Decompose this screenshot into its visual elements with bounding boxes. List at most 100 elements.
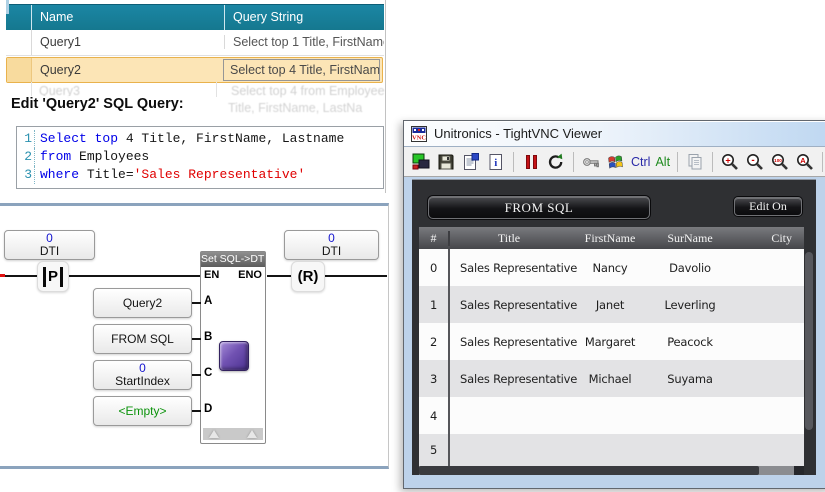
reset-coil[interactable]: (R) (291, 261, 325, 292)
window-title-bar[interactable]: VNC Unitronics - TightVNC Viewer (404, 121, 825, 147)
query-table-header: Name Query String (6, 4, 384, 30)
vnc-app-icon: VNC (411, 126, 427, 142)
ladder-rail (323, 275, 387, 277)
svg-text:VNC: VNC (412, 134, 426, 141)
tightvnc-window: VNC Unitronics - TightVNC Viewer (403, 120, 825, 489)
sql-line: 2from Employees (17, 148, 383, 166)
table-row[interactable]: 0 Sales Representative Nancy Davolio (419, 249, 804, 286)
zoom-out-icon[interactable]: - (745, 152, 765, 172)
param-query2[interactable]: Query2 (93, 288, 192, 318)
ladder-rail (5, 275, 200, 277)
remote-hmi-screen: FROM SQL Edit On # Title FirstName SurNa… (412, 179, 816, 475)
panel-edge-mark (6, 0, 9, 14)
firstname-column-header: FirstName (568, 231, 652, 246)
scrollbar-corner (794, 466, 804, 475)
line-number: 1 (17, 130, 35, 148)
table-row[interactable]: 5 (419, 434, 804, 466)
sql-line: 1Select top 4 Title, FirstName, Lastname (17, 130, 383, 148)
toolbar-separator (712, 152, 713, 172)
from-sql-button[interactable]: FROM SQL (428, 196, 650, 219)
zoom-in-icon[interactable]: + (720, 152, 740, 172)
function-block-title: Set SQL->DTI (201, 252, 265, 267)
vertical-scrollbar-thumb[interactable] (805, 252, 813, 430)
row-selector-cell[interactable] (7, 58, 32, 82)
ladder-rail-power-stub (0, 274, 5, 277)
vnc-remote-frame: FROM SQL Edit On # Title FirstName SurNa… (404, 177, 825, 490)
expand-triangle-icon (247, 430, 257, 438)
port-label-c: C (204, 367, 212, 379)
operand-dti-right[interactable]: 0 DTI (284, 230, 379, 260)
port-label-a: A (204, 295, 212, 307)
title-column-header: Title (450, 231, 568, 246)
query-string-cell-focused[interactable]: Select top 4 Title, FirstName, La (223, 59, 380, 81)
port-label-d: D (204, 403, 212, 415)
save-icon[interactable] (436, 152, 456, 172)
screenshot-root: Name Query String Query1 Select top 1 Ti… (0, 0, 825, 492)
zoom-100-icon[interactable]: 100 (770, 152, 790, 172)
copy-icon-disabled[interactable] (685, 152, 705, 172)
query-name-cell[interactable]: Query1 (32, 35, 225, 49)
windows-key-icon[interactable] (606, 152, 626, 172)
surname-column-header: SurName (652, 231, 728, 246)
svg-text:+: + (725, 155, 730, 165)
horizontal-scrollbar-thumb[interactable] (419, 466, 759, 475)
toolbar-separator (677, 152, 678, 172)
ctrl-key-button[interactable]: Ctrl (631, 155, 650, 169)
line-number: 3 (17, 166, 35, 184)
connection-options-icon[interactable] (461, 152, 481, 172)
table-row[interactable]: 4 (419, 397, 804, 434)
query-editor-panel: Name Query String Query1 Select top 1 Ti… (6, 0, 386, 193)
edit-on-button[interactable]: Edit On (734, 197, 802, 216)
expand-triangle-icon (209, 430, 219, 438)
param-start-index[interactable]: 0 StartIndex (93, 360, 192, 390)
sql-line: 3where Title='Sales Representative' (17, 166, 383, 184)
table-row-selected[interactable]: Query2 Select top 4 Title, FirstName, La (6, 57, 383, 83)
window-title: Unitronics - TightVNC Viewer (434, 126, 602, 141)
table-row[interactable]: 3 Sales Representative Michael Suyama (419, 360, 804, 397)
table-row[interactable]: 2 Sales Representative Margaret Peacock (419, 323, 804, 360)
toolbar-separator (573, 152, 574, 172)
sql-block-purple-icon (219, 341, 249, 371)
operand-dti-left[interactable]: 0 DTI (4, 230, 95, 260)
connection-info-icon[interactable]: i (486, 152, 506, 172)
sql-code-editor[interactable]: 1Select top 4 Title, FirstName, Lastname… (16, 126, 384, 189)
svg-text:100: 100 (774, 158, 782, 163)
param-from-sql[interactable]: FROM SQL (93, 324, 192, 354)
refresh-icon[interactable] (546, 152, 566, 172)
new-connection-icon[interactable] (411, 152, 431, 172)
table-row[interactable]: 1 Sales Representative Janet Leverling (419, 286, 804, 323)
horizontal-scrollbar[interactable] (419, 466, 804, 475)
svg-text:i: i (494, 157, 497, 169)
function-block-footer (203, 428, 263, 440)
row-selector-header (6, 5, 32, 30)
zoom-auto-icon[interactable]: A (795, 152, 815, 172)
row-selector-cell[interactable] (6, 29, 32, 55)
name-column-header: Name (32, 5, 225, 30)
contact-bar (43, 267, 46, 287)
svg-text:-: - (751, 155, 754, 166)
toolbar-separator (822, 152, 823, 172)
table-row-ghost-fragment: Title, FirstName, LastNa (228, 101, 382, 115)
alt-key-button[interactable]: Alt (655, 155, 670, 169)
ladder-rail (267, 275, 291, 277)
table-row[interactable]: Query1 Select top 1 Title, FirstName, La (6, 29, 384, 56)
hmi-table-header: # Title FirstName SurName City (419, 227, 804, 249)
index-column-header: # (419, 231, 450, 246)
city-column-header: City (728, 231, 804, 246)
contact-bar (60, 267, 63, 287)
eno-output-label: ENO (238, 269, 262, 281)
en-input-label: EN (204, 269, 219, 281)
port-label-b: B (204, 331, 212, 343)
svg-text:A: A (800, 155, 806, 164)
param-empty[interactable]: <Empty> (93, 396, 192, 426)
toolbar-separator (513, 152, 514, 172)
positive-transition-contact[interactable]: P (37, 261, 69, 292)
pause-icon[interactable] (521, 152, 541, 172)
query-name-cell[interactable]: Query2 (32, 63, 223, 77)
vnc-toolbar: i (404, 147, 825, 177)
line-number: 2 (17, 148, 35, 166)
query-string-cell[interactable]: Select top 1 Title, FirstName, La (225, 35, 384, 49)
query-string-column-header: Query String (225, 5, 384, 30)
sql-editor-heading: Edit 'Query2' SQL Query: (11, 96, 190, 112)
ctrl-alt-del-icon[interactable] (581, 152, 601, 172)
